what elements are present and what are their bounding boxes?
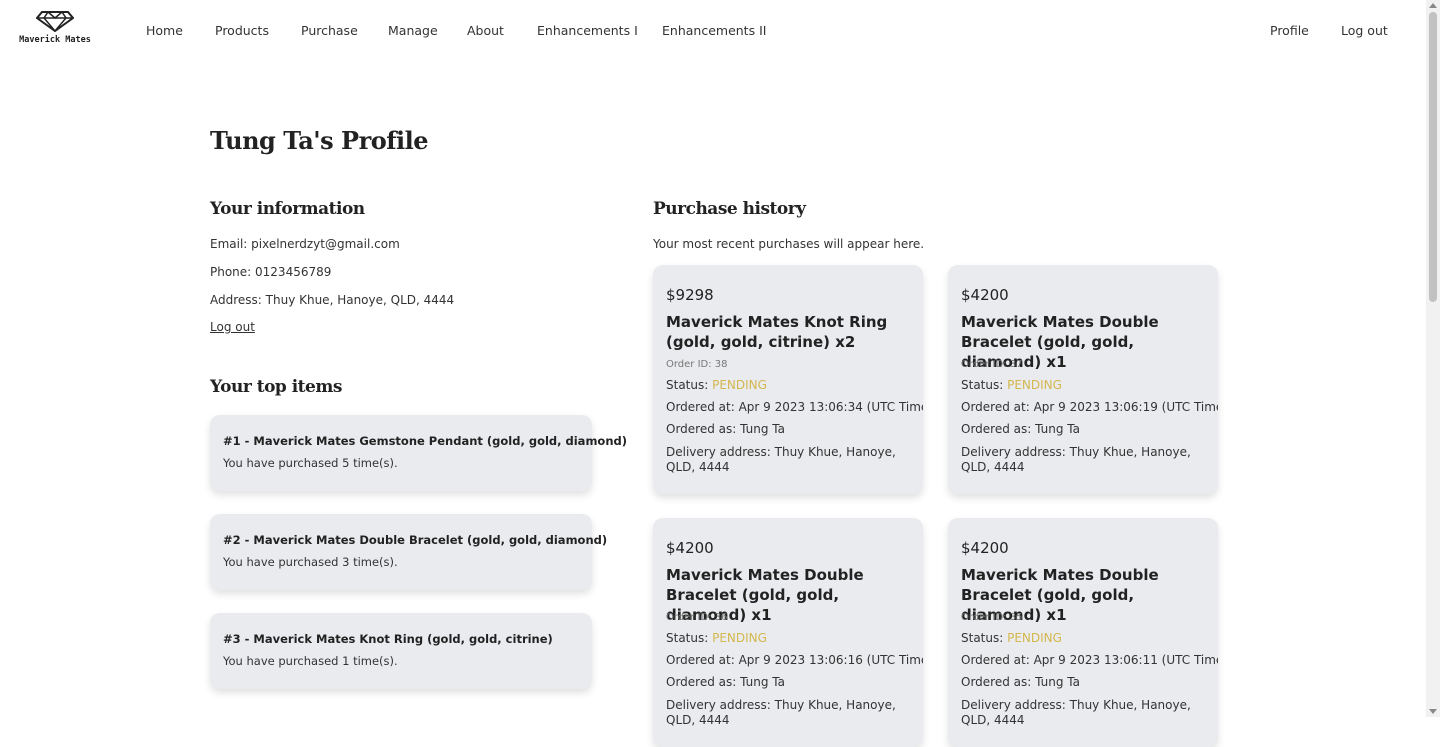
order-status-badge: PENDING — [1007, 631, 1062, 645]
order-card: $9298 Maverick Mates Knot Ring (gold, go… — [653, 265, 923, 494]
order-price: $4200 — [961, 286, 1009, 304]
order-ordered-as: Ordered as: Tung Ta — [961, 675, 1080, 689]
nav-manage[interactable]: Manage — [388, 23, 438, 38]
order-status: Status: PENDING — [961, 378, 1062, 392]
nav-enhancements-2[interactable]: Enhancements II — [662, 23, 766, 38]
nav-logout[interactable]: Log out — [1341, 23, 1388, 38]
order-id: Order ID: 38 — [666, 359, 728, 370]
page-title: Tung Ta's Profile — [210, 126, 429, 155]
top-item-title: #2 - Maverick Mates Double Bracelet (gol… — [223, 533, 608, 547]
order-ordered-at: Ordered at: Apr 9 2023 13:06:19 (UTC Tim… — [961, 400, 1218, 414]
nav-home[interactable]: Home — [146, 23, 183, 38]
top-item-title: #1 - Maverick Mates Gemstone Pendant (go… — [223, 434, 628, 448]
top-item-card: #1 - Maverick Mates Gemstone Pendant (go… — [210, 415, 627, 491]
order-status-label: Status: — [666, 631, 713, 645]
purchase-history-title: Purchase history — [653, 199, 806, 219]
order-delivery-address: Delivery address: Thuy Khue, Hanoye, QLD… — [961, 698, 1191, 727]
diamond-icon — [36, 11, 74, 32]
nav-purchase[interactable]: Purchase — [301, 23, 358, 38]
scroll-up-arrow-icon[interactable] — [1429, 3, 1437, 8]
order-ordered-at: Ordered at: Apr 9 2023 13:06:11 (UTC Tim… — [961, 653, 1218, 667]
order-id: Order ID: 36 — [666, 612, 728, 623]
purchase-history-description: Your most recent purchases will appear h… — [653, 237, 925, 251]
order-card: $4200 Maverick Mates Double Bracelet (go… — [948, 265, 1218, 494]
order-price: $4200 — [666, 539, 714, 557]
order-card: $4200 Maverick Mates Double Bracelet (go… — [653, 518, 923, 747]
order-delivery-address: Delivery address: Thuy Khue, Hanoye, QLD… — [961, 445, 1191, 474]
order-price: $9298 — [666, 286, 714, 304]
info-address: Address: Thuy Khue, Hanoye, QLD, 4444 — [210, 293, 455, 307]
order-status-label: Status: — [666, 378, 713, 392]
order-card: $4200 Maverick Mates Double Bracelet (go… — [948, 518, 1218, 747]
order-status-label: Status: — [961, 378, 1008, 392]
nav-products[interactable]: Products — [215, 23, 269, 38]
brand-name: Maverick Mates — [19, 35, 91, 45]
profile-logout-link[interactable]: Log out — [210, 320, 255, 334]
nav-about[interactable]: About — [467, 23, 504, 38]
order-status: Status: PENDING — [961, 631, 1062, 645]
scroll-down-arrow-icon[interactable] — [1429, 709, 1437, 714]
top-item-count: You have purchased 5 time(s). — [223, 456, 398, 470]
order-status-badge: PENDING — [712, 378, 767, 392]
order-delivery-address: Delivery address: Thuy Khue, Hanoye, QLD… — [666, 445, 896, 474]
nav-enhancements-1[interactable]: Enhancements I — [537, 23, 638, 38]
info-phone: Phone: 0123456789 — [210, 265, 332, 279]
order-status-badge: PENDING — [712, 631, 767, 645]
order-id: Order ID: 35 — [961, 612, 1023, 623]
order-status-label: Status: — [961, 631, 1008, 645]
top-item-title: #3 - Maverick Mates Knot Ring (gold, gol… — [223, 632, 553, 646]
scrollbar-thumb[interactable] — [1429, 12, 1437, 302]
order-status-badge: PENDING — [1007, 378, 1062, 392]
top-item-count: You have purchased 3 time(s). — [223, 555, 398, 569]
nav-profile[interactable]: Profile — [1270, 23, 1309, 38]
order-status: Status: PENDING — [666, 378, 767, 392]
order-ordered-at: Ordered at: Apr 9 2023 13:06:16 (UTC Tim… — [666, 653, 923, 667]
top-item-card: #2 - Maverick Mates Double Bracelet (gol… — [210, 514, 607, 590]
top-item-count: You have purchased 1 time(s). — [223, 654, 398, 668]
order-id: Order ID: 37 — [961, 359, 1023, 370]
top-navbar: Maverick Mates Home Products Purchase Ma… — [0, 0, 1426, 62]
info-email: Email: pixelnerdzyt@gmail.com — [210, 237, 400, 251]
order-ordered-as: Ordered as: Tung Ta — [961, 422, 1080, 436]
order-product-name: Maverick Mates Knot Ring (gold, gold, ci… — [666, 313, 888, 351]
order-ordered-at: Ordered at: Apr 9 2023 13:06:34 (UTC Tim… — [666, 400, 923, 414]
order-ordered-as: Ordered as: Tung Ta — [666, 422, 785, 436]
order-ordered-as: Ordered as: Tung Ta — [666, 675, 785, 689]
order-delivery-address: Delivery address: Thuy Khue, Hanoye, QLD… — [666, 698, 896, 727]
order-status: Status: PENDING — [666, 631, 767, 645]
order-price: $4200 — [961, 539, 1009, 557]
info-section-title: Your information — [210, 199, 365, 219]
top-item-card: #3 - Maverick Mates Knot Ring (gold, gol… — [210, 613, 592, 689]
page-scrollbar[interactable] — [1426, 0, 1440, 717]
top-items-title: Your top items — [210, 377, 342, 397]
brand-logo[interactable]: Maverick Mates — [14, 8, 96, 45]
